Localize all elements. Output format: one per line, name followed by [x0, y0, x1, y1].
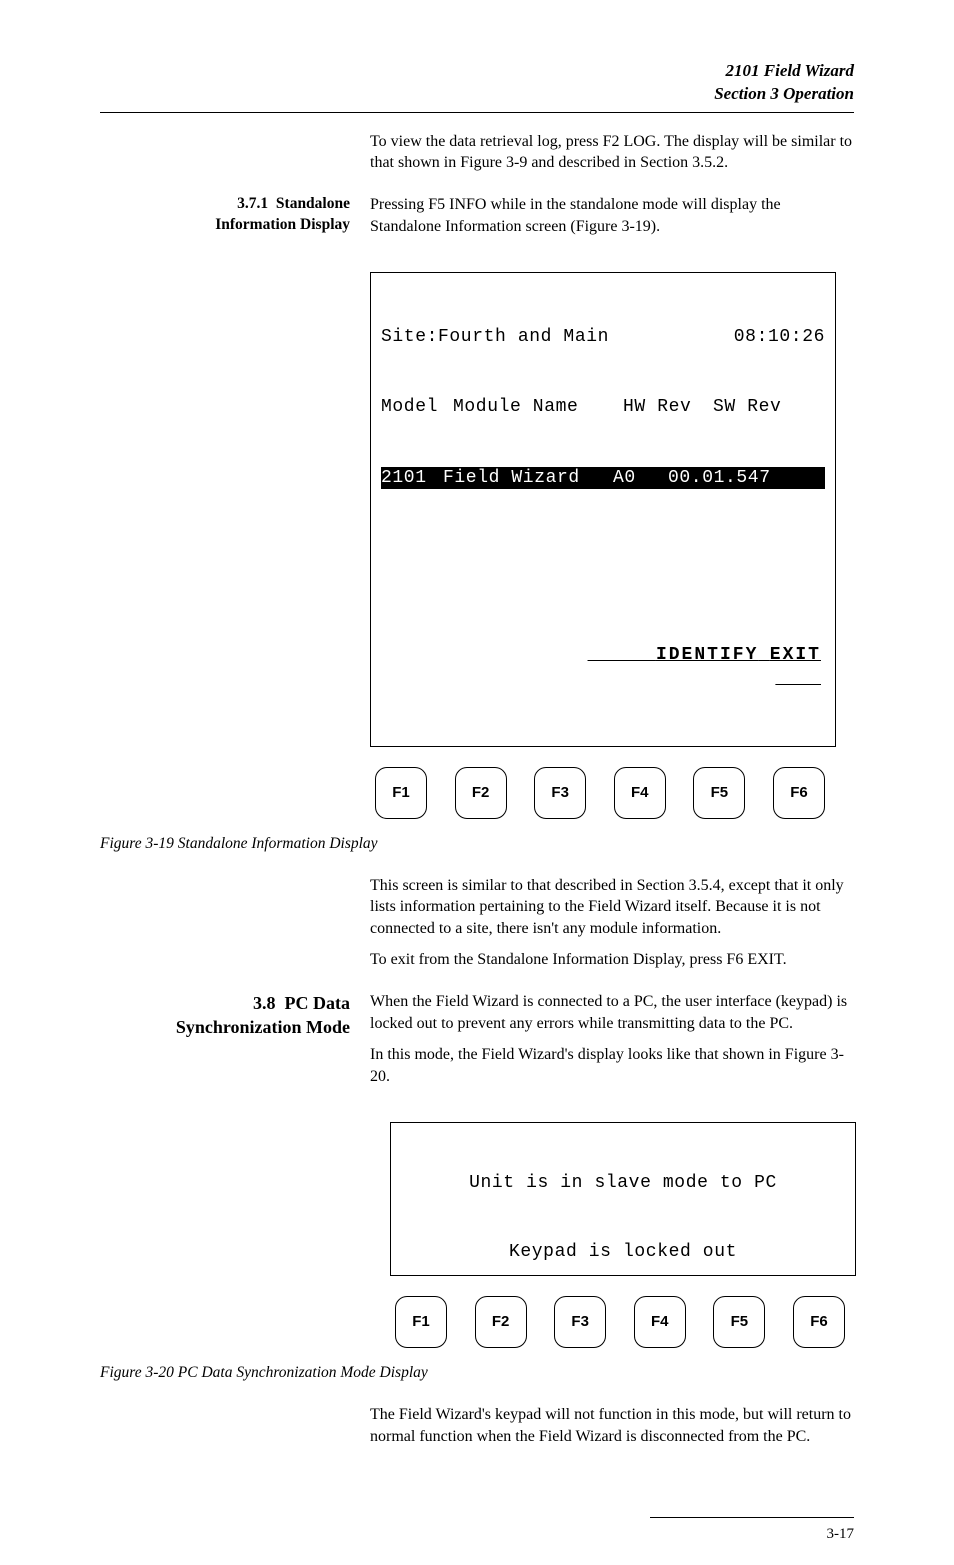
- page-number: 3-17: [650, 1517, 854, 1544]
- lcd1-exit: EXIT: [770, 645, 821, 665]
- lcd1-h-sw: SW Rev: [713, 395, 781, 419]
- sec-371-t1: Standalone: [276, 195, 350, 212]
- sec-371-block: 3.7.1 Standalone Information Display Pre…: [100, 194, 854, 247]
- sec-371-t2: Information Display: [215, 216, 350, 233]
- header-section: Section 3 Operation: [100, 83, 854, 106]
- fig-319-caption: Figure 3-19 Standalone Information Displ…: [100, 834, 854, 855]
- lcd2-line2: Keypad is locked out: [393, 1243, 853, 1263]
- sec-371-p1: Pressing F5 INFO while in the standalone…: [370, 194, 854, 237]
- lcd1-site: Site:Fourth and Main: [381, 325, 609, 349]
- after319-p2: To exit from the Standalone Information …: [370, 949, 854, 971]
- figure-3-19: Site:Fourth and Main 08:10:26 Model Modu…: [370, 272, 854, 818]
- lcd-screen-2: Unit is in slave mode to PC Keypad is lo…: [390, 1122, 856, 1276]
- fkey-f6-b[interactable]: F6: [793, 1296, 845, 1348]
- intro-block: To view the data retrieval log, press F2…: [100, 131, 854, 184]
- after319-p1: This screen is similar to that described…: [370, 875, 854, 940]
- lcd1-h-hw: HW Rev: [623, 395, 713, 419]
- lcd1-r-model: 2101: [381, 466, 443, 490]
- sec-38-block: 3.8 PC Data Synchronization Mode When th…: [100, 991, 854, 1097]
- after320-p1: The Field Wizard's keypad will not funct…: [370, 1404, 854, 1447]
- lcd1-h-model: Model: [381, 395, 453, 419]
- fkey-f2[interactable]: F2: [455, 767, 507, 819]
- fkey-f1[interactable]: F1: [375, 767, 427, 819]
- fkey-f4[interactable]: F4: [614, 767, 666, 819]
- lcd1-r-hw: A0: [613, 466, 668, 490]
- after-320-block: The Field Wizard's keypad will not funct…: [100, 1404, 854, 1457]
- lcd1-h-module: Module Name: [453, 395, 623, 419]
- sec-38-p1: When the Field Wizard is connected to a …: [370, 991, 854, 1034]
- after-319-block: This screen is similar to that described…: [100, 875, 854, 981]
- fkey-f3[interactable]: F3: [534, 767, 586, 819]
- fkey-f3-b[interactable]: F3: [554, 1296, 606, 1348]
- sec-38-t2: Synchronization Mode: [176, 1017, 350, 1037]
- sec-371-num: 3.7.1: [237, 195, 268, 212]
- lcd-screen-1: Site:Fourth and Main 08:10:26 Model Modu…: [370, 272, 836, 746]
- fig-320-caption: Figure 3-20 PC Data Synchronization Mode…: [100, 1363, 854, 1384]
- fkey-f2-b[interactable]: F2: [475, 1296, 527, 1348]
- page-header: 2101 Field Wizard Section 3 Operation: [100, 60, 854, 113]
- intro-p1: To view the data retrieval log, press F2…: [370, 131, 854, 174]
- lcd1-r-name: Field Wizard: [443, 466, 613, 490]
- lcd1-identify: IDENTIFY: [656, 645, 758, 665]
- fkey-f4-b[interactable]: F4: [634, 1296, 686, 1348]
- fkey-row-1: F1 F2 F3 F4 F5 F6: [370, 767, 830, 819]
- figure-3-20: Unit is in slave mode to PC Keypad is lo…: [390, 1122, 854, 1348]
- sec-38-t1: PC Data: [285, 993, 351, 1013]
- fkey-f1-b[interactable]: F1: [395, 1296, 447, 1348]
- fkey-f6[interactable]: F6: [773, 767, 825, 819]
- fkey-f5[interactable]: F5: [693, 767, 745, 819]
- header-title: 2101 Field Wizard: [100, 60, 854, 83]
- sec-38-num: 3.8: [253, 993, 276, 1013]
- lcd2-line1: Unit is in slave mode to PC: [393, 1174, 853, 1194]
- fkey-f5-b[interactable]: F5: [713, 1296, 765, 1348]
- lcd1-r-sw: 00.01.547: [668, 466, 771, 490]
- lcd1-clock: 08:10:26: [734, 325, 825, 349]
- sec-38-p2: In this mode, the Field Wizard's display…: [370, 1044, 854, 1087]
